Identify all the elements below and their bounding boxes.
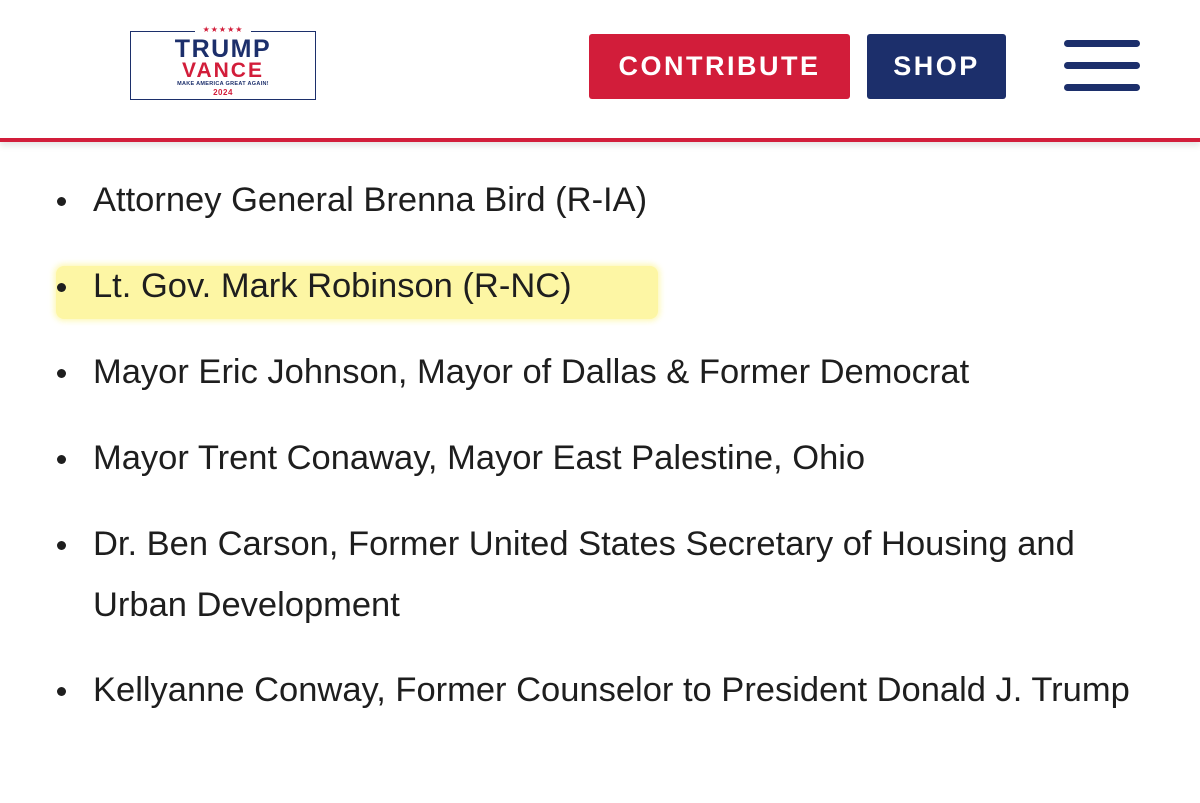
- logo-slogan: MAKE AMERICA GREAT AGAIN!: [177, 81, 269, 87]
- bullet: [57, 541, 66, 550]
- bullet: [57, 283, 66, 292]
- logo-year: 2024: [213, 87, 233, 97]
- list-item-highlighted: Lt. Gov. Mark Robinson (R-NC): [57, 256, 1133, 317]
- bullet: [57, 197, 66, 206]
- list-item: Attorney General Brenna Bird (R-IA): [57, 170, 1133, 231]
- trump-vance-logo[interactable]: ★★★★★ TRUMP VANCE MAKE AMERICA GREAT AGA…: [130, 26, 316, 100]
- site-header: ★★★★★ TRUMP VANCE MAKE AMERICA GREAT AGA…: [0, 0, 1200, 142]
- list-item-text: Mayor Trent Conaway, Mayor East Palestin…: [93, 439, 866, 477]
- list-item: Kellyanne Conway, Former Counselor to Pr…: [57, 660, 1133, 721]
- list-item-text: Mayor Eric Johnson, Mayor of Dallas & Fo…: [93, 353, 970, 391]
- menu-bar: [1064, 84, 1140, 91]
- list-item-text: Kellyanne Conway, Former Counselor to Pr…: [93, 671, 1130, 709]
- menu-bar: [1064, 40, 1140, 47]
- contribute-button[interactable]: CONTRIBUTE: [589, 34, 850, 99]
- shop-button[interactable]: SHOP: [867, 34, 1006, 99]
- hamburger-menu-icon[interactable]: [1064, 40, 1140, 92]
- bullet: [57, 687, 66, 696]
- list-item-text: Attorney General Brenna Bird (R-IA): [93, 181, 648, 219]
- list-item-text: Lt. Gov. Mark Robinson (R-NC): [93, 267, 572, 305]
- list-item: Mayor Trent Conaway, Mayor East Palestin…: [57, 428, 1133, 489]
- bullet: [57, 455, 66, 464]
- list-item-text: Dr. Ben Carson, Former United States Sec…: [93, 525, 1075, 624]
- logo-line-vance: VANCE: [182, 59, 264, 82]
- list-item: Dr. Ben Carson, Former United States Sec…: [57, 514, 1133, 636]
- logo-stars: ★★★★★: [195, 26, 251, 34]
- menu-bar: [1064, 62, 1140, 69]
- list-item: Mayor Eric Johnson, Mayor of Dallas & Fo…: [57, 342, 1133, 403]
- bullet: [57, 369, 66, 378]
